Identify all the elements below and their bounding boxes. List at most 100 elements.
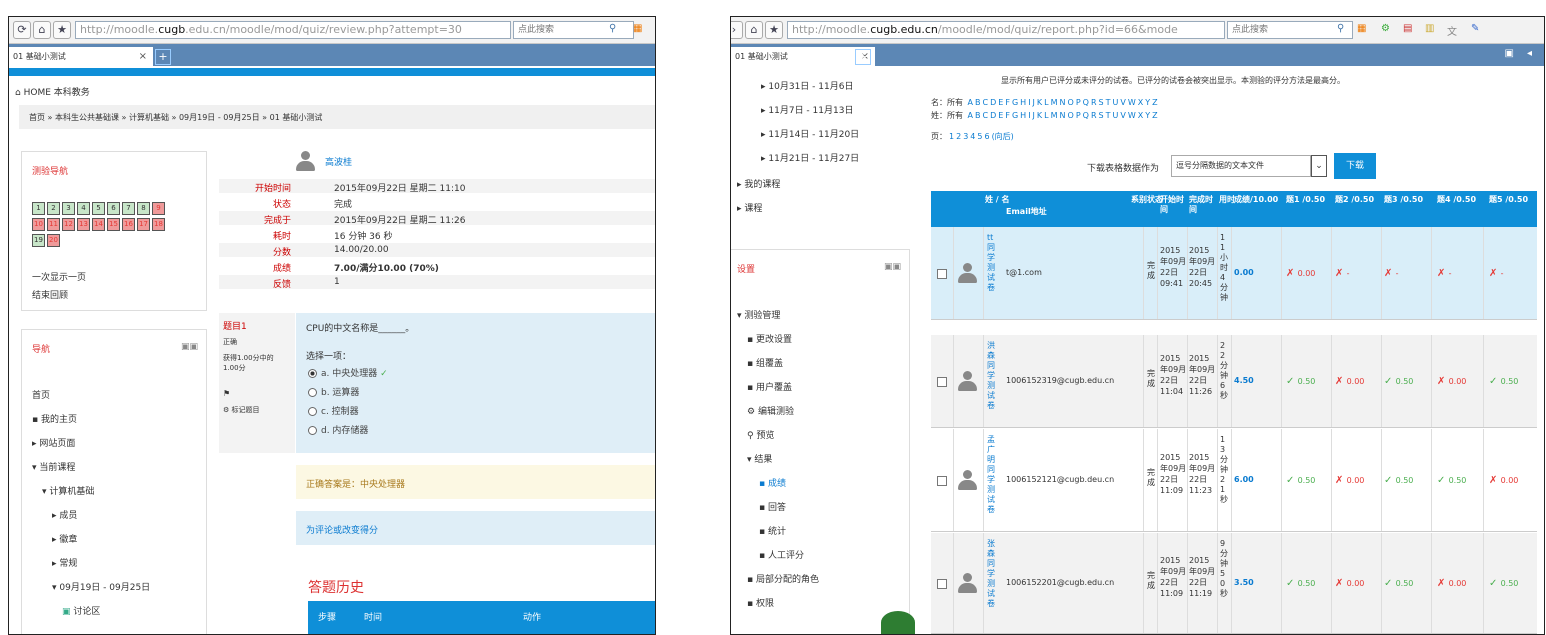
question-button-20[interactable]: 20 (47, 234, 60, 247)
nav-item-site-pages[interactable]: ▸ 网站页面 (32, 436, 75, 449)
option-b[interactable]: b. 运算器 (308, 385, 359, 398)
letter-link[interactable]: K (1037, 111, 1042, 120)
question-score-link[interactable]: ✓ 0.50 (1489, 376, 1518, 387)
question-button-12[interactable]: 12 (62, 218, 75, 231)
question-score-link[interactable]: ✓ 0.50 (1384, 475, 1413, 486)
letter-link[interactable]: A (968, 98, 973, 107)
question-button-4[interactable]: 4 (77, 202, 90, 215)
nav-item-general[interactable]: ▸ 常规 (52, 556, 77, 569)
question-score-link[interactable]: ✓ 0.50 (1384, 578, 1413, 589)
option-d[interactable]: d. 内存储器 (308, 423, 368, 436)
page-link[interactable]: 1 (949, 132, 954, 141)
show-one-page-link[interactable]: 一次显示一页 (32, 270, 86, 283)
refresh-icon[interactable]: ⟳ (13, 21, 31, 39)
question-button-19[interactable]: 19 (32, 234, 45, 247)
nav-item-week[interactable]: ▾ 09月19日 - 09月25日 (52, 580, 150, 593)
question-button-13[interactable]: 13 (77, 218, 90, 231)
letter-link[interactable]: Y (1145, 111, 1150, 120)
folder-icon[interactable]: ▥ (1425, 23, 1434, 34)
letter-link[interactable]: B (975, 111, 981, 120)
grade-link[interactable]: 4.50 (1234, 376, 1254, 385)
letter-link[interactable]: R (1091, 98, 1097, 107)
question-score-link[interactable]: ✗ 0.00 (1286, 268, 1315, 279)
question-score-link[interactable]: ✗ - (1489, 268, 1503, 279)
question-score-link[interactable]: ✗ 0.00 (1437, 578, 1466, 589)
back-arrow-icon[interactable]: ◂ (1527, 48, 1532, 59)
last-name-filter[interactable]: 姓：所有 ABCDEFGHIJKLMNOPQRSTUVWXYZ (931, 110, 1162, 121)
comment-link[interactable]: 为评论或改变得分 (306, 523, 378, 536)
permissions[interactable]: ▪ 权限 (747, 596, 774, 609)
nav-item-my-home[interactable]: ▪ 我的主页 (32, 412, 77, 425)
edit-quiz[interactable]: ⚙ 编辑测验 (747, 404, 794, 417)
home-icon[interactable]: ⌂ (745, 21, 763, 39)
edit-settings[interactable]: ▪ 更改设置 (747, 332, 792, 345)
letter-link[interactable]: G (1012, 98, 1018, 107)
row-checkbox[interactable] (937, 579, 947, 589)
nav-item-forum[interactable]: ▣ 讨论区 (62, 604, 100, 617)
letter-link[interactable]: N (1060, 98, 1066, 107)
letter-link[interactable]: L (1044, 98, 1048, 107)
column-header[interactable]: 完成时间 (1189, 195, 1217, 215)
week-item-3[interactable]: ▸ 11月14日 - 11月20日 (761, 127, 859, 140)
letter-link[interactable]: M (1051, 111, 1058, 120)
nav-item-members[interactable]: ▸ 成员 (52, 508, 77, 521)
question-score-link[interactable]: ✓ 0.50 (1286, 475, 1315, 486)
letter-link[interactable]: H (1020, 111, 1026, 120)
question-score-link[interactable]: ✓ 0.50 (1286, 578, 1315, 589)
new-tab-button[interactable]: + (855, 49, 871, 65)
letter-link[interactable]: A (968, 111, 973, 120)
address-bar[interactable]: http://moodle.cugb.edu.cn/moodle/mod/qui… (75, 21, 511, 39)
question-button-15[interactable]: 15 (107, 218, 120, 231)
my-courses-item[interactable]: ▸ 我的课程 (737, 177, 780, 190)
translate-icon[interactable]: 文 (1447, 23, 1457, 38)
pagination[interactable]: 页： 1 2 3 4 5 6 (向后) (931, 131, 1018, 142)
letter-link[interactable]: S (1099, 111, 1104, 120)
window-tile-icon[interactable]: ▣ (1505, 48, 1514, 59)
letter-link[interactable]: P (1076, 98, 1081, 107)
letter-link[interactable]: R (1091, 111, 1097, 120)
mail-icon[interactable]: ▤ (1403, 23, 1412, 34)
preview[interactable]: ⚲ 预览 (747, 428, 774, 441)
letter-link[interactable]: P (1076, 111, 1081, 120)
group-overrides[interactable]: ▪ 组覆盖 (747, 356, 783, 369)
results[interactable]: ▾ 结果 (747, 452, 772, 465)
question-button-9[interactable]: 9 (152, 202, 165, 215)
question-score-link[interactable]: ✓ 0.50 (1437, 475, 1466, 486)
user-link[interactable]: 高波桂 (325, 155, 352, 168)
letter-link[interactable]: N (1060, 111, 1066, 120)
student-name-link[interactable]: 孟广明同学测试卷 (987, 435, 997, 515)
column-header[interactable]: 题3 /0.50 (1384, 195, 1424, 205)
letter-link[interactable]: C (983, 111, 989, 120)
question-button-2[interactable]: 2 (47, 202, 60, 215)
grade-link[interactable]: 6.00 (1234, 475, 1254, 484)
letter-link[interactable]: X (1138, 111, 1143, 120)
letter-link[interactable]: H (1020, 98, 1026, 107)
column-header[interactable]: Email地址 (1006, 207, 1116, 217)
option-a[interactable]: a. 中央处理器 ✓ (308, 366, 388, 379)
question-score-link[interactable]: ✗ 0.00 (1335, 578, 1364, 589)
download-format-select[interactable]: 逗号分隔数据的文本文件 (1171, 155, 1311, 177)
page-link[interactable]: 6 (984, 132, 989, 141)
letter-link[interactable]: S (1099, 98, 1104, 107)
question-button-18[interactable]: 18 (152, 218, 165, 231)
question-button-6[interactable]: 6 (107, 202, 120, 215)
student-name-link[interactable]: tt同学测试卷 (987, 233, 997, 293)
courses-item[interactable]: ▸ 课程 (737, 201, 762, 214)
letter-link[interactable]: Y (1145, 98, 1150, 107)
back-icon[interactable]: › (731, 21, 743, 39)
week-item-4[interactable]: ▸ 11月21日 - 11月27日 (761, 151, 859, 164)
letter-link[interactable]: T (1106, 98, 1111, 107)
home-link[interactable]: ⌂ HOME 本科教务 (15, 85, 90, 98)
question-score-link[interactable]: ✓ 0.50 (1384, 376, 1413, 387)
letter-link[interactable]: V (1120, 111, 1125, 120)
nav-item-home[interactable]: 首页 (32, 388, 50, 401)
letter-link[interactable]: X (1138, 98, 1143, 107)
question-button-17[interactable]: 17 (137, 218, 150, 231)
address-bar[interactable]: http://moodle.cugb.edu.cn/moodle/mod/qui… (787, 21, 1225, 39)
letter-link[interactable]: C (983, 98, 989, 107)
question-button-10[interactable]: 10 (32, 218, 45, 231)
responses[interactable]: ▪ 回答 (759, 500, 786, 513)
letter-link[interactable]: D (990, 98, 996, 107)
first-name-filter[interactable]: 名：所有 ABCDEFGHIJKLMNOPQRSTUVWXYZ (931, 97, 1162, 108)
week-item-1[interactable]: ▸ 10月31日 - 11月6日 (761, 79, 853, 92)
